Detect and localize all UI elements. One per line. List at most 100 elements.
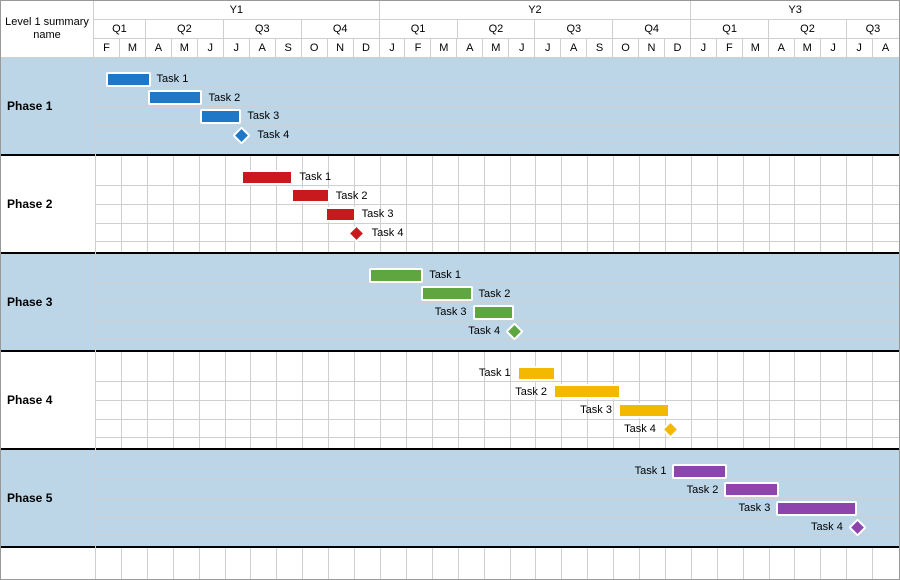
quarter-cell: Q2 [769,20,847,39]
month-cell: S [276,39,302,58]
month-cell: D [354,39,380,58]
year-cell: Y2 [380,1,692,20]
quarter-cell: Q2 [146,20,224,39]
padding-row [96,144,899,154]
task-row: Task 3 [96,499,899,518]
gantt-bar[interactable] [106,72,150,87]
quarter-cell: Q3 [535,20,613,39]
gantt-bar[interactable] [618,403,670,418]
padding-row [96,58,899,70]
gantt-bar[interactable] [421,286,473,301]
gantt-bar-label: Task 3 [739,500,777,517]
quarter-cell: Q1 [380,20,458,39]
task-row: Task 1 [96,70,899,89]
phase-block: Task 1 Task 2 Task 3 Task 4 [96,450,899,548]
quarter-cell: Q2 [458,20,536,39]
gantt-bar[interactable] [200,109,242,124]
phase-block: Task 1Task 2Task 3 Task 4 [96,58,899,156]
gantt-bar-label: Task 2 [473,285,511,302]
month-cell: J [821,39,847,58]
milestone-icon[interactable] [233,126,251,144]
month-row: FMAMJJASONDJFMAMJJASONDJFMAMJJA [94,39,899,58]
month-cell: A [146,39,172,58]
month-cell: M [172,39,198,58]
month-cell: F [94,39,120,58]
gantt-body: Phase 1Phase 2Phase 3Phase 4Phase 5 Task… [1,58,899,579]
padding-row [96,352,899,364]
phase-label: Phase 3 [1,254,95,352]
task-row: Task 2 [96,480,899,499]
gantt-grid: Task 1Task 2Task 3Task 4Task 1Task 2Task… [96,58,899,579]
milestone-label: Task 4 [624,421,662,438]
phase-block: Task 1Task 2Task 3Task 4 [96,156,899,254]
milestone-icon[interactable] [347,224,365,242]
gantt-bar[interactable] [291,188,330,203]
gantt-bar-label: Task 3 [580,402,618,419]
task-row: Task 1 [96,462,899,481]
year-cell: Y3 [691,1,899,20]
gantt-bar-label: Task 3 [435,304,473,321]
gantt-bar-label: Task 3 [241,108,279,125]
task-row: Task 4 [96,224,899,243]
month-cell: M [483,39,509,58]
gantt-chart: Level 1 summary name Y1Y2Y3 Q1Q2Q3Q4Q1Q2… [0,0,900,580]
month-cell: M [795,39,821,58]
timeline-header-right: Y1Y2Y3 Q1Q2Q3Q4Q1Q2Q3Q4Q1Q2Q3 FMAMJJASON… [94,1,899,58]
phase-label-column: Phase 1Phase 2Phase 3Phase 4Phase 5 [1,58,96,579]
padding-row [96,156,899,168]
gantt-bar-label: Task 1 [293,169,331,186]
month-cell: M [431,39,457,58]
gantt-bar[interactable] [724,482,779,497]
milestone-label: Task 4 [468,323,506,340]
milestone-icon[interactable] [661,420,679,438]
gantt-bar[interactable] [473,305,515,320]
gantt-bar-label: Task 2 [515,383,553,400]
gantt-bar-label: Task 1 [151,71,189,88]
gantt-bar[interactable] [148,90,203,105]
month-cell: J [380,39,406,58]
gantt-bar-label: Task 3 [356,206,394,223]
month-cell: J [535,39,561,58]
padding-row [96,340,899,350]
quarter-cell: Q3 [224,20,302,39]
task-row: Task 4 [96,322,899,341]
milestone-label: Task 4 [811,519,849,536]
task-row: Task 1 [96,266,899,285]
task-row: Task 4 [96,518,899,537]
month-cell: N [328,39,354,58]
task-row: Task 3 [96,303,899,322]
year-row: Y1Y2Y3 [94,1,899,20]
month-cell: A [561,39,587,58]
milestone-label: Task 4 [251,127,289,144]
padding-row [96,438,899,448]
month-cell: A [769,39,795,58]
gantt-bar[interactable] [672,464,727,479]
padding-row [96,242,899,252]
month-cell: A [873,39,899,58]
month-cell: A [250,39,276,58]
month-cell: O [613,39,639,58]
milestone-icon[interactable] [505,322,523,340]
gantt-bar[interactable] [241,170,293,185]
month-cell: M [120,39,146,58]
task-row: Task 1 [96,364,899,383]
milestone-icon[interactable] [848,518,866,536]
gantt-bar[interactable] [517,366,556,381]
gantt-bar[interactable] [369,268,424,283]
task-row: Task 1 [96,168,899,187]
gantt-bar[interactable] [553,384,621,399]
phase-label: Phase 2 [1,156,95,254]
task-row: Task 3 [96,107,899,126]
gantt-bar[interactable] [325,207,356,222]
milestone-label: Task 4 [366,225,404,242]
month-cell: F [717,39,743,58]
task-row: Task 2 [96,88,899,107]
gantt-bar-label: Task 2 [687,481,725,498]
month-cell: D [665,39,691,58]
gantt-bar-label: Task 1 [635,463,673,480]
phase-block: Task 1Task 2Task 3 Task 4 [96,254,899,352]
phase-label: Phase 4 [1,352,95,450]
gantt-bar[interactable] [776,501,857,516]
task-row: Task 3 [96,401,899,420]
quarter-cell: Q3 [847,20,899,39]
